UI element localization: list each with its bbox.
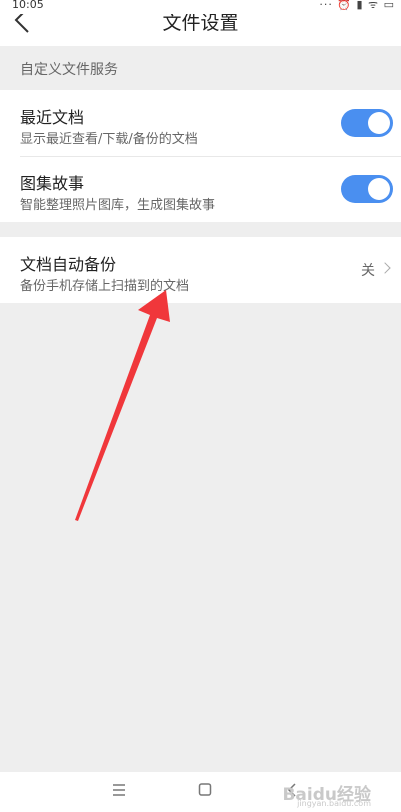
menu-icon[interactable]: [112, 782, 126, 798]
toggle-knob: [368, 112, 390, 134]
watermark-url: jingyan.baidu.com: [297, 799, 371, 808]
section-label: 自定义文件服务: [20, 62, 118, 78]
backup-status-value: 关: [361, 263, 375, 279]
setting-title: 最近文档: [20, 108, 85, 127]
backup-group: 文档自动备份 备份手机存储上扫描到的文档 关: [0, 237, 401, 303]
settings-group: 最近文档 显示最近查看/下载/备份的文档 图集故事 智能整理照片图库，生成图集故…: [0, 90, 401, 222]
chevron-right-icon: [379, 262, 391, 274]
status-time: 10:05: [12, 0, 44, 11]
system-nav-bar: Baidu经验 jingyan.baidu.com: [0, 772, 401, 812]
status-icons: ··· ⏰ ▮ ᯤ ▭: [319, 0, 395, 11]
recent-docs-toggle[interactable]: [341, 109, 393, 137]
setting-row-recent-docs: 最近文档 显示最近查看/下载/备份的文档: [0, 90, 401, 156]
setting-subtitle: 智能整理照片图库，生成图集故事: [20, 198, 216, 213]
toggle-knob: [368, 178, 390, 200]
setting-title: 图集故事: [20, 174, 85, 193]
setting-row-auto-backup[interactable]: 文档自动备份 备份手机存储上扫描到的文档 关: [0, 237, 401, 303]
status-bar: 10:05 ··· ⏰ ▮ ᯤ ▭: [0, 0, 401, 14]
album-story-toggle[interactable]: [341, 175, 393, 203]
setting-subtitle: 显示最近查看/下载/备份的文档: [20, 132, 198, 147]
setting-row-album-story: 图集故事 智能整理照片图库，生成图集故事: [0, 156, 401, 222]
section-header: 自定义文件服务: [0, 46, 401, 90]
setting-title: 文档自动备份: [20, 255, 117, 274]
annotation-arrow-shape: [75, 290, 170, 521]
home-icon[interactable]: [198, 782, 212, 798]
setting-subtitle: 备份手机存储上扫描到的文档: [20, 279, 190, 294]
